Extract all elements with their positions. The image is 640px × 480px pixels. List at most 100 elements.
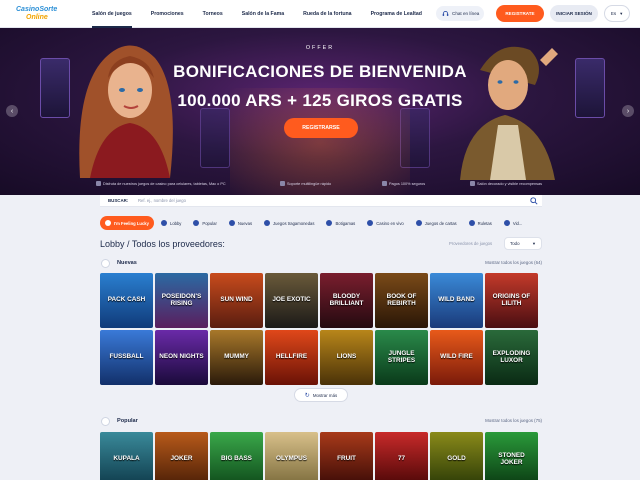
search-icon[interactable]	[530, 197, 538, 205]
chevron-down-icon: ▼	[532, 241, 536, 246]
filter-video[interactable]: Vid...	[499, 216, 527, 230]
filter-botigamas[interactable]: Botigamas	[321, 216, 360, 230]
filter-label: Casino en vivo	[376, 220, 404, 226]
game-title: HELLFIRE	[275, 353, 308, 361]
game-title: BLOODY BRILLIANT	[329, 292, 364, 307]
providers-label: Proveedores de juegos	[449, 241, 493, 246]
nav-rueda-de-la-fortuna[interactable]: Rueda de la fortuna	[303, 0, 351, 28]
game-title: GOLD	[447, 455, 466, 463]
new-games-grid: PACK CASH POSEIDON'S RISING SUN WIND JOE…	[100, 273, 542, 385]
filter-label: Nuevas	[237, 220, 253, 226]
site-logo[interactable]: CasinoSorte Online	[12, 5, 82, 23]
game-tile[interactable]: WILD BAND	[430, 273, 483, 328]
nav-salon-de-juegos[interactable]: Salón de juegos	[92, 0, 132, 28]
game-title: BOOK OF REBIRTH	[386, 292, 417, 307]
hero-register-button[interactable]: REGISTRARSE	[284, 118, 358, 138]
filter-popular[interactable]: Popular	[188, 216, 221, 230]
game-tile[interactable]: 77	[375, 432, 428, 480]
game-title: KUPALA	[113, 455, 140, 463]
headset-icon	[442, 10, 449, 16]
feature-item: Salón decorado y visible recompensas	[470, 181, 542, 186]
game-tile[interactable]: BOOK OF REBIRTH	[375, 273, 428, 328]
chevron-down-icon: ▼	[619, 11, 624, 16]
nav-programa-de-lealtad[interactable]: Programa de Lealtad	[371, 0, 422, 28]
register-button[interactable]: REGISTRATE	[496, 5, 544, 22]
filter-label: I'm Feeling Lucky	[114, 220, 149, 226]
section-popular-header: Popular Mostrar todos los juegos (75)	[100, 417, 542, 427]
chat-button[interactable]: Chat en línea	[436, 6, 484, 21]
star-icon	[228, 220, 235, 226]
filter-lobby[interactable]: Lobby	[156, 216, 186, 230]
game-tile[interactable]: OLYMPUS	[265, 432, 318, 480]
hero-eyebrow: OFFER	[305, 45, 335, 51]
refresh-icon: ↻	[304, 392, 310, 399]
search-bar[interactable]: BUSCAR: Ref. ej., nombre del juego	[100, 195, 542, 207]
category-filters: I'm Feeling Lucky Lobby Popular Nuevas J…	[100, 215, 542, 231]
game-tile[interactable]: FUSSBALL	[100, 330, 153, 385]
filter-nuevas[interactable]: Nuevas	[224, 216, 257, 230]
game-tile[interactable]: PACK CASH	[100, 273, 153, 328]
chat-label: Chat en línea	[452, 11, 480, 16]
providers-select[interactable]: Todo ▼	[504, 237, 542, 250]
nav-promociones[interactable]: Promociones	[151, 0, 184, 28]
show-all-popular-link[interactable]: Mostrar todos los juegos (75)	[485, 418, 542, 423]
game-title: LIONS	[336, 353, 357, 361]
chevron-left-icon[interactable]: ‹	[6, 105, 18, 117]
game-tile[interactable]: JUNGLE STRIPES	[375, 330, 428, 385]
login-button[interactable]: INICIAR SESIÓN	[550, 5, 598, 22]
game-tile[interactable]: WILD FIRE	[430, 330, 483, 385]
game-tile[interactable]: JOE EXOTIC	[265, 273, 318, 328]
filter-ruletas[interactable]: Ruletas	[464, 216, 497, 230]
game-tile[interactable]: POSEIDON'S RISING	[155, 273, 208, 328]
game-tile[interactable]: EXPLODING LUXOR	[485, 330, 538, 385]
game-tile[interactable]: NEON NIGHTS	[155, 330, 208, 385]
game-tile[interactable]: SUN WIND	[210, 273, 263, 328]
feature-text: Soporte multilingüe rápido	[287, 181, 332, 186]
section-new-header: Nuevas Mostrar todos los juegos (64)	[100, 259, 542, 269]
game-tile[interactable]: HELLFIRE	[265, 330, 318, 385]
filter-tragamonedas[interactable]: Juegos tragamonedas	[259, 216, 319, 230]
feature-item: Soporte multilingüe rápido	[280, 181, 331, 186]
chevron-right-icon[interactable]: ›	[622, 105, 634, 117]
check-icon	[280, 181, 285, 186]
game-tile[interactable]: FRUIT	[320, 432, 373, 480]
game-tile[interactable]: BLOODY BRILLIANT	[320, 273, 373, 328]
game-title: JUNGLE STRIPES	[387, 349, 416, 364]
game-tile[interactable]: KUPALA	[100, 432, 153, 480]
search-input[interactable]: Ref. ej., nombre del juego	[138, 198, 186, 203]
top-header: CasinoSorte Online Salón de juegos Promo…	[0, 0, 640, 28]
language-value: Es	[610, 11, 617, 16]
game-tile[interactable]: GOLD	[430, 432, 483, 480]
filter-feeling-lucky[interactable]: I'm Feeling Lucky	[100, 216, 154, 230]
game-title: STONED JOKER	[498, 451, 525, 466]
filter-label: Lobby	[169, 220, 182, 226]
heart-icon	[193, 220, 200, 226]
game-title: WILD FIRE	[440, 353, 473, 361]
live-icon	[367, 220, 374, 226]
cards-icon	[415, 220, 422, 226]
game-tile[interactable]: LIONS	[320, 330, 373, 385]
show-more-button[interactable]: ↻ Mostrar más	[294, 388, 348, 402]
game-title: PACK CASH	[107, 296, 146, 304]
filter-juegos-de-cartas[interactable]: Juegos de cartas	[411, 216, 462, 230]
game-title: OLYMPUS	[275, 455, 307, 463]
feature-item: Pagos 100% seguros	[382, 181, 425, 186]
filter-casino-en-vivo[interactable]: Casino en vivo	[362, 216, 408, 230]
slot-machine-decoration	[200, 108, 230, 168]
game-tile[interactable]: JOKER	[155, 432, 208, 480]
nav-torneos[interactable]: Torneos	[203, 0, 223, 28]
game-tile[interactable]: MUMMY	[210, 330, 263, 385]
hero-title-line1: BONIFICACIONES DE BIENVENIDA	[173, 62, 467, 81]
filter-label: Botigamas	[335, 220, 356, 226]
game-tile[interactable]: STONED JOKER	[485, 432, 538, 480]
language-select[interactable]: Es ▼	[604, 5, 630, 22]
slots-icon	[264, 220, 271, 226]
game-title: SUN WIND	[220, 296, 253, 304]
feature-text: Pagos 100% seguros	[389, 181, 426, 186]
show-all-new-link[interactable]: Mostrar todos los juegos (64)	[485, 260, 542, 265]
game-tile[interactable]: ORIGINS OF LILITH	[485, 273, 538, 328]
game-title: FRUIT	[337, 455, 356, 463]
nav-salon-de-la-fama[interactable]: Salón de la Fama	[242, 0, 284, 28]
game-tile[interactable]: BIG BASS	[210, 432, 263, 480]
search-label: BUSCAR:	[108, 198, 129, 203]
